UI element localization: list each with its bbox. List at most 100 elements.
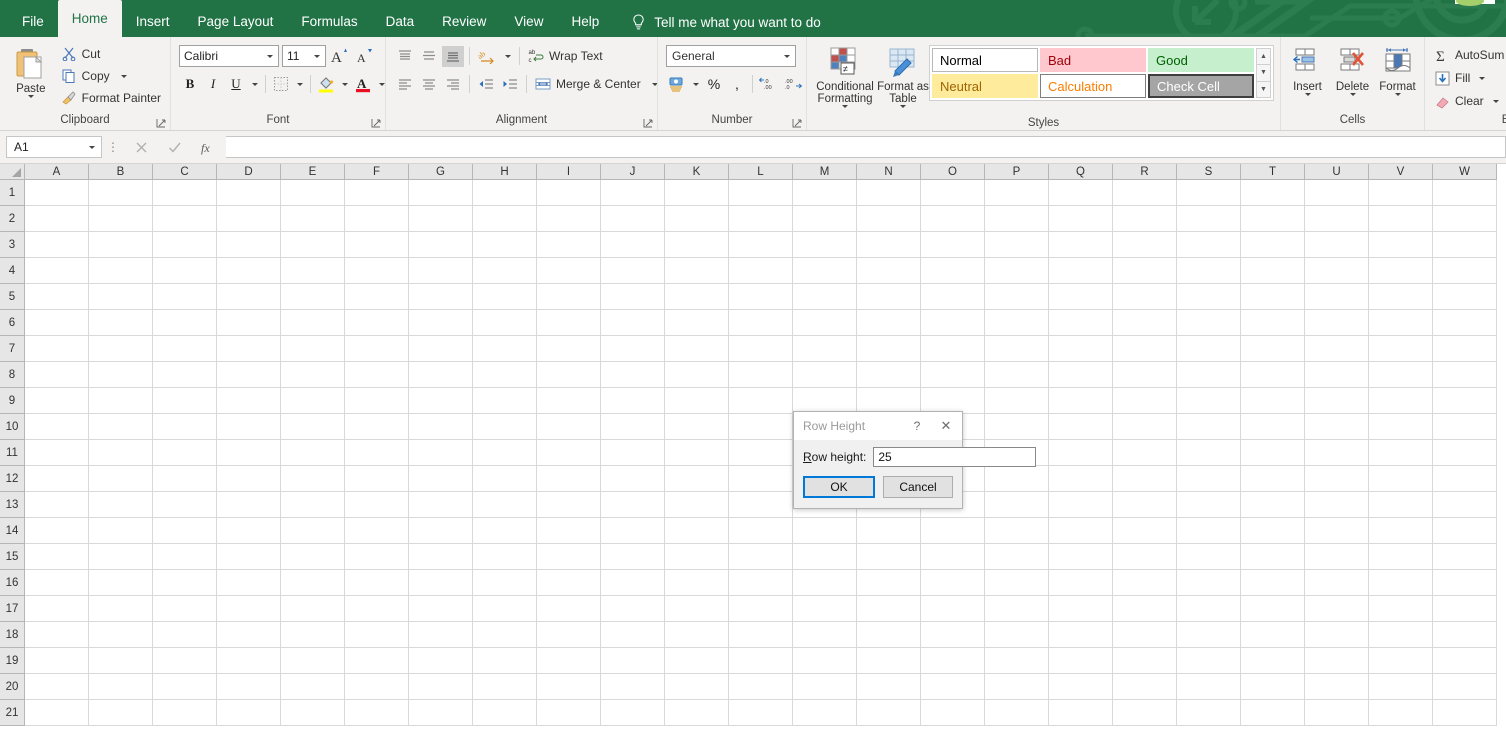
percent-style-button[interactable]: % [703,73,725,95]
cell-V7[interactable] [1369,336,1433,362]
cell-C1[interactable] [153,180,217,206]
row-header-19[interactable]: 19 [0,648,25,674]
number-format-caret-icon[interactable] [779,49,795,63]
styles-more-button[interactable]: ▼ [1256,82,1271,98]
cell-K6[interactable] [665,310,729,336]
cell-S9[interactable] [1177,388,1241,414]
cell-A18[interactable] [25,622,89,648]
cell-U4[interactable] [1305,258,1369,284]
cell-O1[interactable] [921,180,985,206]
row-header-21[interactable]: 21 [0,700,25,726]
cell-V4[interactable] [1369,258,1433,284]
cell-E16[interactable] [281,570,345,596]
cell-G2[interactable] [409,206,473,232]
cell-H20[interactable] [473,674,537,700]
cell-C10[interactable] [153,414,217,440]
column-header-H[interactable]: H [473,164,537,180]
cell-R3[interactable] [1113,232,1177,258]
cell-R2[interactable] [1113,206,1177,232]
row-header-7[interactable]: 7 [0,336,25,362]
cell-G11[interactable] [409,440,473,466]
cell-Q21[interactable] [1049,700,1113,726]
cell-O3[interactable] [921,232,985,258]
increase-font-size-button[interactable]: A [329,45,351,67]
cell-H14[interactable] [473,518,537,544]
delete-cells-caret-icon[interactable] [1350,93,1356,96]
conditional-formatting-caret-icon[interactable] [842,105,848,108]
cell-V6[interactable] [1369,310,1433,336]
cell-C12[interactable] [153,466,217,492]
cell-S4[interactable] [1177,258,1241,284]
cell-U18[interactable] [1305,622,1369,648]
cell-C4[interactable] [153,258,217,284]
cell-R4[interactable] [1113,258,1177,284]
tab-data[interactable]: Data [372,7,429,37]
align-top-button[interactable] [394,46,416,67]
cell-E19[interactable] [281,648,345,674]
fill-color-button[interactable] [315,73,337,95]
accounting-dropdown-caret-icon[interactable] [689,73,702,95]
cell-C8[interactable] [153,362,217,388]
cell-Q10[interactable] [1049,414,1113,440]
tab-file[interactable]: File [8,7,58,37]
cell-Q14[interactable] [1049,518,1113,544]
cell-A21[interactable] [25,700,89,726]
cell-L21[interactable] [729,700,793,726]
cell-R19[interactable] [1113,648,1177,674]
column-header-O[interactable]: O [921,164,985,180]
cell-D20[interactable] [217,674,281,700]
cell-L10[interactable] [729,414,793,440]
cell-K16[interactable] [665,570,729,596]
cell-U2[interactable] [1305,206,1369,232]
cell-W2[interactable] [1433,206,1497,232]
cell-C14[interactable] [153,518,217,544]
cell-O21[interactable] [921,700,985,726]
cell-H16[interactable] [473,570,537,596]
cell-V9[interactable] [1369,388,1433,414]
cell-S5[interactable] [1177,284,1241,310]
cell-N2[interactable] [857,206,921,232]
cell-J11[interactable] [601,440,665,466]
cell-J3[interactable] [601,232,665,258]
cell-A16[interactable] [25,570,89,596]
cell-S8[interactable] [1177,362,1241,388]
cell-V5[interactable] [1369,284,1433,310]
cell-T14[interactable] [1241,518,1305,544]
cell-D7[interactable] [217,336,281,362]
cell-S14[interactable] [1177,518,1241,544]
cell-O7[interactable] [921,336,985,362]
font-dialog-launcher[interactable] [371,118,381,128]
row-header-1[interactable]: 1 [0,180,25,206]
cell-B17[interactable] [89,596,153,622]
cell-G20[interactable] [409,674,473,700]
column-header-E[interactable]: E [281,164,345,180]
cell-D2[interactable] [217,206,281,232]
cell-F6[interactable] [345,310,409,336]
column-header-Q[interactable]: Q [1049,164,1113,180]
cell-N7[interactable] [857,336,921,362]
cell-I10[interactable] [537,414,601,440]
cell-G4[interactable] [409,258,473,284]
cell-P18[interactable] [985,622,1049,648]
cell-L2[interactable] [729,206,793,232]
cell-K21[interactable] [665,700,729,726]
cell-E21[interactable] [281,700,345,726]
cell-B14[interactable] [89,518,153,544]
cell-T18[interactable] [1241,622,1305,648]
row-header-3[interactable]: 3 [0,232,25,258]
conditional-formatting-button[interactable]: ≠ Conditional Formatting [813,45,877,110]
cell-A2[interactable] [25,206,89,232]
cell-G15[interactable] [409,544,473,570]
cell-K5[interactable] [665,284,729,310]
cell-K20[interactable] [665,674,729,700]
cell-T13[interactable] [1241,492,1305,518]
cell-E17[interactable] [281,596,345,622]
decrease-decimal-button[interactable]: .00.0 [782,73,806,95]
tab-home[interactable]: Home [58,0,122,37]
cell-R20[interactable] [1113,674,1177,700]
cell-C20[interactable] [153,674,217,700]
cell-S20[interactable] [1177,674,1241,700]
cell-M2[interactable] [793,206,857,232]
clear-dropdown-caret-icon[interactable] [1493,100,1499,103]
cell-Q3[interactable] [1049,232,1113,258]
